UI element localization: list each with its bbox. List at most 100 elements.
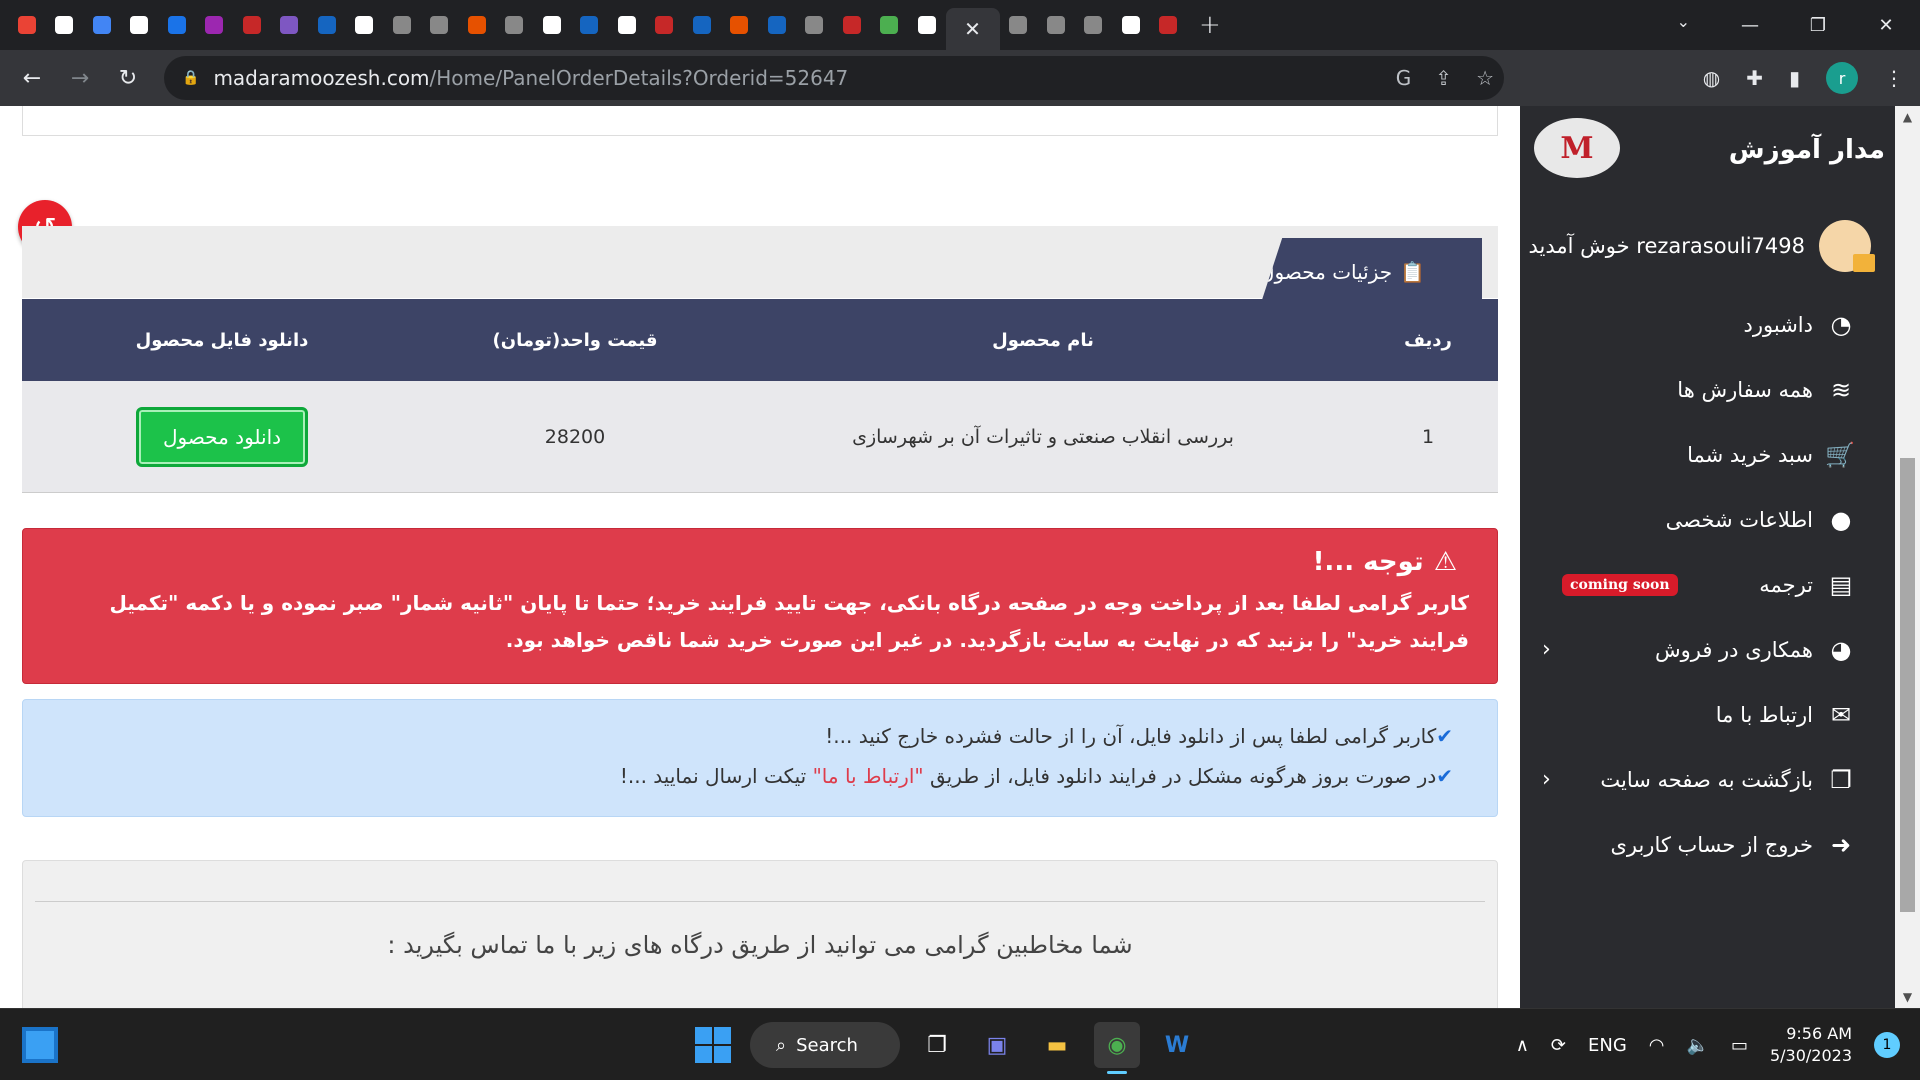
sidebar-item[interactable]: ▤ ترجمه coming soon [1520,552,1895,617]
browser-tab[interactable] [383,7,421,43]
browser-tab[interactable] [233,7,271,43]
task-view-icon[interactable]: ❐ [914,1022,960,1068]
language-indicator[interactable]: ENG [1588,1035,1627,1056]
browser-tab[interactable] [121,7,159,43]
browser-tab[interactable] [308,7,346,43]
tab-favicon-icon [505,16,524,34]
browser-tab[interactable] [1075,7,1113,43]
minimize-button[interactable]: — [1716,15,1784,36]
section-title-tab: 📋 جزئیات محصول [1260,238,1482,306]
browser-tab[interactable] [908,7,946,43]
clock[interactable]: 9:56 AM 5/30/2023 [1770,1023,1852,1067]
browser-tab[interactable] [83,7,121,43]
browser-tab[interactable] [1150,7,1188,43]
browser-tab[interactable] [158,7,196,43]
sidebar-item[interactable]: ❐ بازگشت به صفحه سایت ‹ [1520,747,1895,812]
header-unit-price: قیمت واحد(تومان) [492,329,658,351]
widgets-icon[interactable] [22,1027,58,1063]
active-browser-tab[interactable]: ✕ [945,8,1000,50]
browser-tab[interactable] [46,7,84,43]
header-product-name: نام محصول [992,329,1094,351]
browser-tab[interactable] [608,7,646,43]
restore-button[interactable]: ❐ [1784,15,1852,36]
browser-tab[interactable] [458,7,496,43]
wifi-icon[interactable]: ◠ [1649,1035,1665,1056]
system-tray: ∧ ⟳ ENG ◠ 🔈 ▭ 9:56 AM 5/30/2023 1 [1516,1009,1900,1081]
browser-tab[interactable] [271,7,309,43]
battery-icon[interactable]: ▭ [1731,1035,1748,1056]
sidebar-item[interactable]: ≋ همه سفارش ها [1520,357,1895,422]
lock-icon[interactable]: 🔒 [182,70,199,86]
page-scrollbar[interactable]: ▲ ▼ [1895,106,1920,1008]
sidebar-item-label: داشبورد [1743,312,1813,337]
browser-tab[interactable] [571,7,609,43]
browser-tab[interactable] [796,7,834,43]
sidebar-item[interactable]: ◕ همکاری در فروش ‹ [1520,617,1895,682]
side-panel-icon[interactable]: ▮ [1789,66,1800,90]
tab-search-chevron-icon[interactable]: ⌄ [1677,12,1690,31]
file-explorer-icon[interactable]: ▬ [1034,1022,1080,1068]
browser-tab[interactable] [496,7,534,43]
sidebar-item[interactable]: ✉ ارتباط با ما [1520,682,1895,747]
back-button[interactable]: ← [8,66,56,91]
chevron-left-icon[interactable]: ‹ [1542,767,1551,792]
browser-tab[interactable] [758,7,796,43]
word-icon[interactable]: W [1154,1022,1200,1068]
browser-tab[interactable] [346,7,384,43]
search-label: Search [796,1034,858,1056]
chrome-icon[interactable]: ◉ [1094,1022,1140,1074]
bookmark-star-icon[interactable]: ☆ [1476,66,1494,90]
page-viewport: ↺ 📋 جزئیات محصول ردیف نام محصول قیمت واح… [0,106,1920,1008]
taskbar-search[interactable]: ⌕ Search [750,1022,900,1068]
close-tab-icon[interactable]: ✕ [964,17,981,41]
brand-name[interactable]: مدار آموزش [1729,135,1885,165]
browser-tab[interactable] [196,7,234,43]
google-lens-icon[interactable]: G [1396,66,1412,90]
browser-tab[interactable] [871,7,909,43]
puzzle-extensions-icon[interactable]: ✚ [1746,66,1763,90]
browser-tab[interactable] [721,7,759,43]
header-download: دانلود فایل محصول [135,329,309,351]
browser-tab[interactable] [833,7,871,43]
chevron-up-icon[interactable]: ∧ [1516,1035,1529,1056]
browser-tab[interactable] [1000,7,1038,43]
download-product-button[interactable]: دانلود محصول [136,406,308,467]
start-button[interactable] [690,1022,736,1068]
brand-logo[interactable]: M [1534,118,1620,178]
sidebar-item[interactable]: ● اطلاعات شخصی [1520,487,1895,552]
scroll-down-arrow-icon[interactable]: ▼ [1895,990,1920,1004]
sidebar-item[interactable]: ◔ داشبورد [1520,292,1895,357]
browser-tab[interactable] [1037,7,1075,43]
row-price: 28200 [544,425,606,448]
profile-avatar[interactable]: r [1826,62,1858,94]
sync-icon[interactable]: ⟳ [1551,1035,1566,1056]
forward-button[interactable]: → [56,66,104,91]
new-tab-button[interactable]: + [1199,10,1221,40]
browser-tab[interactable] [533,7,571,43]
address-bar[interactable]: 🔒 madaramoozesh.com /Home/PanelOrderDeta… [164,56,1504,100]
volume-icon[interactable]: 🔈 [1687,1035,1709,1056]
globe-extension-icon[interactable]: ◍ [1703,66,1720,90]
browser-tab[interactable] [683,7,721,43]
tab-favicon-icon [355,16,374,34]
share-icon[interactable]: ⇪ [1435,66,1452,90]
notification-badge[interactable]: 1 [1874,1032,1900,1058]
reload-button[interactable]: ↻ [104,66,152,91]
browser-tab[interactable] [8,7,46,43]
table-row: 1 بررسی انقلاب صنعتی و تاثیرات آن بر شهر… [22,381,1498,493]
warning-title-row: ⚠ توجه ...! [51,547,1469,577]
browser-tab[interactable] [1112,7,1150,43]
browser-tab[interactable] [646,7,684,43]
contact-us-link[interactable]: "ارتباط با ما" [813,764,924,788]
teams-chat-icon[interactable]: ▣ [974,1022,1020,1068]
url-path: /Home/PanelOrderDetails?Orderid=52647 [429,66,849,90]
chevron-left-icon[interactable]: ‹ [1542,637,1551,662]
sidebar-item[interactable]: 🛒 سبد خرید شما [1520,422,1895,487]
scroll-up-arrow-icon[interactable]: ▲ [1895,110,1920,124]
browser-tab[interactable] [421,7,459,43]
close-window-button[interactable]: ✕ [1852,15,1920,36]
menu-kebab-icon[interactable]: ⋮ [1884,66,1904,90]
sidebar-item[interactable]: ➜ خروج از حساب کاربری [1520,812,1895,877]
tab-favicon-icon [1009,16,1028,34]
scrollbar-thumb[interactable] [1900,458,1915,912]
